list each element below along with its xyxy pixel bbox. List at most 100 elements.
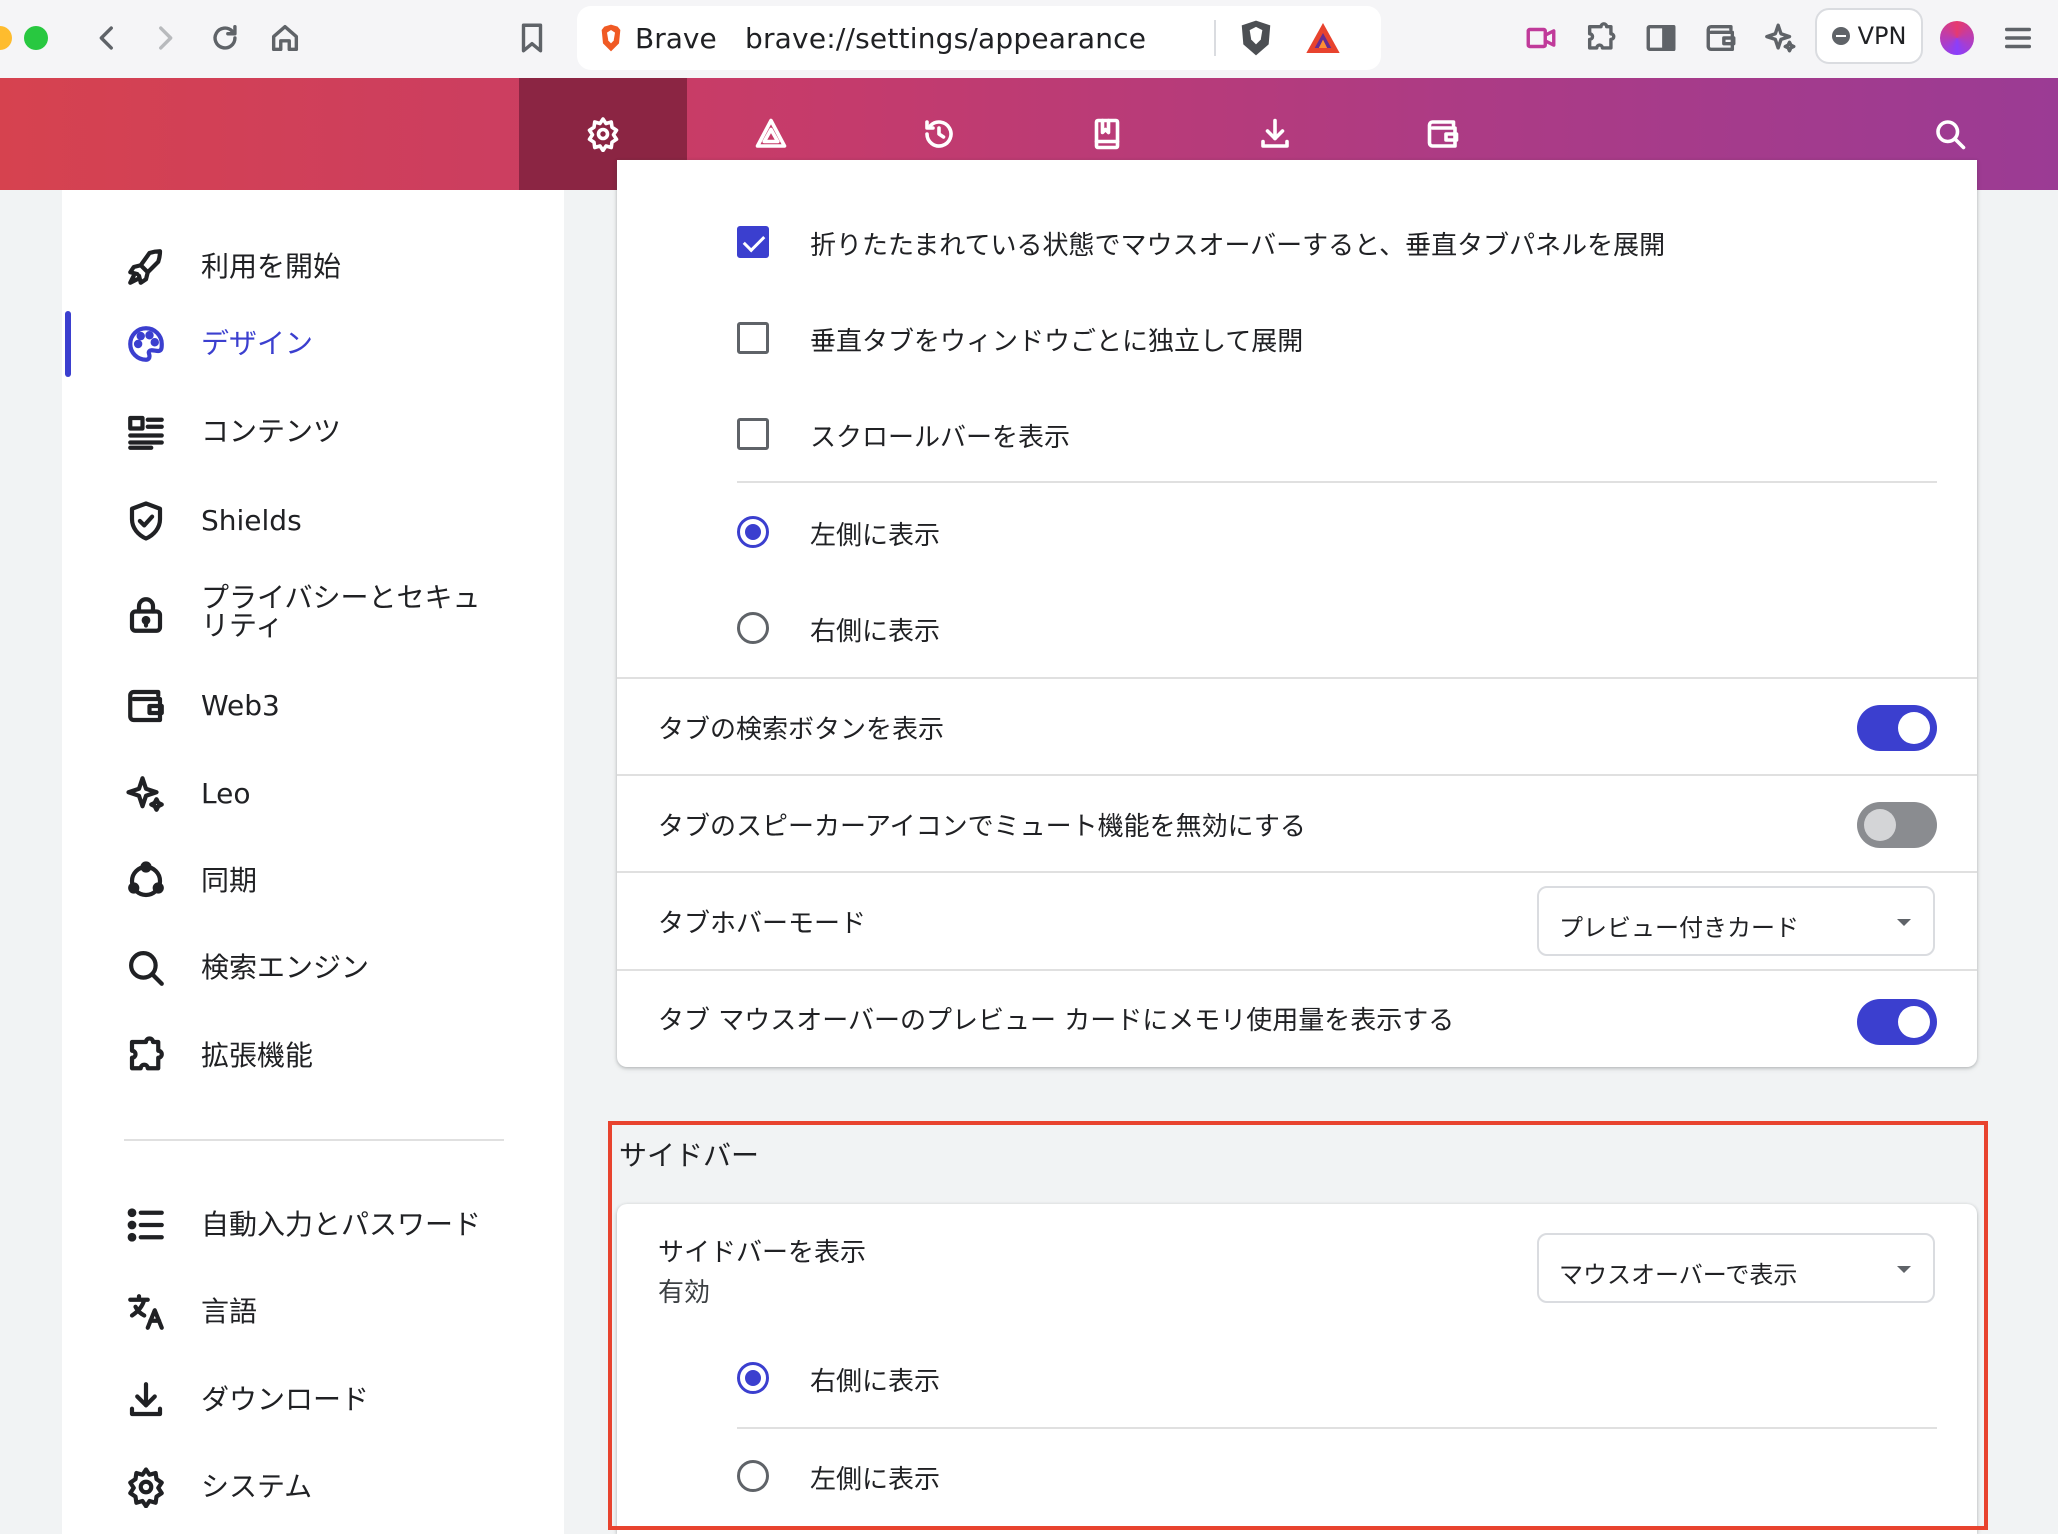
sidebar-item-leo[interactable]: Leo	[62, 759, 564, 829]
tabs-settings-card: 折りたたまれている状態でマウスオーバーすると、垂直タブパネルを展開 垂直タブをウ…	[617, 160, 1977, 1067]
sidebar-item-label: Web3	[201, 689, 280, 722]
sidebar-item-privacy[interactable]: プライバシーとセキュ リティ	[62, 575, 564, 655]
brave-rewards-icon[interactable]	[1303, 18, 1343, 58]
sidebar-item-label: Shields	[201, 504, 302, 537]
brave-shields-icon[interactable]	[1237, 18, 1275, 58]
sidebar-item-label: ダウンロード	[201, 1383, 370, 1416]
hover-mode-value: プレビュー付きカード	[1559, 914, 1799, 942]
forward-button[interactable]	[141, 14, 189, 62]
sidebar-position-right-label: 右側に表示	[810, 1367, 941, 1397]
sidebar-item-content[interactable]: コンテンツ	[62, 397, 564, 467]
vpn-label: VPN	[1857, 22, 1907, 50]
sidebar-item-sync[interactable]: 同期	[62, 846, 564, 916]
expand-on-hover-checkbox[interactable]	[737, 226, 769, 258]
sidebar-item-autofill[interactable]: 自動入力とパスワード	[62, 1190, 564, 1260]
row-divider	[617, 774, 1977, 776]
toggle-knob	[1864, 809, 1896, 841]
puzzle-icon	[1587, 22, 1616, 50]
disable-mute-label: タブのスピーカーアイコンでミュート機能を無効にする	[658, 812, 1306, 842]
memory-usage-toggle[interactable]	[1857, 999, 1937, 1045]
extensions-button[interactable]	[1577, 14, 1625, 62]
sidebar-item-shields[interactable]: Shields	[62, 486, 564, 556]
video-call-button[interactable]	[1517, 14, 1565, 62]
toggle-knob	[1898, 1006, 1930, 1038]
sidebar-item-label: 同期	[201, 864, 258, 897]
sidebar-settings-card: サイドバーを表示 有効 マウスオーバーで表示 右側に表示 左側に表示	[617, 1204, 1977, 1534]
reload-icon	[213, 24, 237, 50]
back-button[interactable]	[83, 14, 131, 62]
toggle-knob	[1898, 712, 1930, 744]
show-sidebar-select[interactable]: マウスオーバーで表示	[1537, 1233, 1935, 1303]
sidebar-position-left-radio[interactable]	[737, 1460, 769, 1492]
disable-mute-toggle[interactable]	[1857, 802, 1937, 848]
tab-position-left-radio[interactable]	[737, 516, 769, 548]
hamburger-menu-icon	[2004, 27, 2032, 49]
sidebar-item-web3[interactable]: Web3	[62, 671, 564, 741]
row-divider	[737, 481, 1937, 483]
reload-button[interactable]	[201, 14, 249, 62]
browser-toolbar: Brave brave://settings/appearance VPN	[0, 0, 2058, 78]
sidebar-item-label: Leo	[201, 777, 251, 810]
settings-sidebar: 利用を開始 デザイン コンテンツ Shields プライバシーとセキュ リティ …	[62, 190, 564, 1534]
show-search-button-toggle[interactable]	[1857, 705, 1937, 751]
sidebar-position-right-radio[interactable]	[737, 1362, 769, 1394]
sparkle-icon	[124, 772, 168, 816]
sidebar-item-extensions[interactable]: 拡張機能	[62, 1021, 564, 1091]
expand-per-window-checkbox[interactable]	[737, 322, 769, 354]
sidebar-item-downloads[interactable]: ダウンロード	[62, 1365, 564, 1435]
show-scrollbar-checkbox[interactable]	[737, 418, 769, 450]
sidebar-item-get-started[interactable]: 利用を開始	[62, 232, 564, 302]
sidebar-section-title: サイドバー	[619, 1139, 760, 1172]
download-icon	[124, 1378, 168, 1422]
sync-icon	[124, 859, 168, 903]
expand-per-window-label: 垂直タブをウィンドウごとに独立して展開	[810, 327, 1304, 357]
bookmark-button[interactable]	[508, 14, 556, 62]
dropdown-caret-icon	[1897, 1266, 1911, 1273]
sidebar-item-label: デザイン	[201, 327, 314, 360]
sidebar-toggle-button[interactable]	[1637, 14, 1685, 62]
minimize-window-button[interactable]	[0, 26, 12, 50]
history-icon	[925, 120, 953, 148]
sparkle-icon	[1765, 23, 1796, 53]
translate-icon	[124, 1290, 168, 1334]
leo-button[interactable]	[1757, 14, 1805, 62]
show-scrollbar-label: スクロールバーを表示	[810, 423, 1071, 453]
sidebar-item-label: 検索エンジン	[201, 951, 370, 984]
sidebar-divider	[124, 1139, 504, 1141]
tab-position-left-label: 左側に表示	[810, 521, 941, 551]
sidebar-panel-icon	[1646, 24, 1676, 52]
bookmark-icon	[521, 23, 543, 53]
search-icon	[124, 946, 168, 990]
lock-icon	[124, 593, 168, 637]
address-bar[interactable]: Brave brave://settings/appearance	[577, 6, 1381, 70]
wallet-icon	[1706, 24, 1736, 52]
sidebar-item-system[interactable]: システム	[62, 1452, 564, 1522]
rocket-icon	[124, 245, 168, 289]
address-bar-divider	[1214, 20, 1216, 56]
list-icon	[124, 1203, 168, 1247]
zoom-window-button[interactable]	[24, 26, 48, 50]
main-menu-button[interactable]	[1994, 14, 2042, 62]
show-sidebar-label: サイドバーを表示	[658, 1238, 867, 1268]
dropdown-caret-icon	[1897, 919, 1911, 926]
url-text[interactable]: brave://settings/appearance	[745, 22, 1146, 55]
video-camera-icon	[1526, 27, 1556, 49]
sidebar-item-search-engine[interactable]: 検索エンジン	[62, 933, 564, 1003]
tab-position-right-radio[interactable]	[737, 612, 769, 644]
gear-icon	[124, 1465, 168, 1509]
sidebar-item-languages[interactable]: 言語	[62, 1277, 564, 1347]
row-divider	[617, 969, 1977, 971]
chevron-left-icon	[99, 26, 113, 50]
home-button[interactable]	[261, 14, 309, 62]
sidebar-item-design[interactable]: デザイン	[62, 309, 564, 379]
vpn-button[interactable]: VPN	[1815, 8, 1923, 64]
sidebar-item-label: 利用を開始	[201, 250, 342, 283]
wallet-icon	[1427, 120, 1459, 148]
search-icon	[1936, 120, 1966, 150]
sidebar-item-label: プライバシーとセキュ リティ	[201, 581, 481, 642]
profile-avatar[interactable]	[1940, 21, 1974, 55]
show-search-button-label: タブの検索ボタンを表示	[658, 715, 945, 745]
wallet-button[interactable]	[1697, 14, 1745, 62]
sidebar-item-label: コンテンツ	[201, 415, 342, 448]
hover-mode-select[interactable]: プレビュー付きカード	[1537, 886, 1935, 956]
